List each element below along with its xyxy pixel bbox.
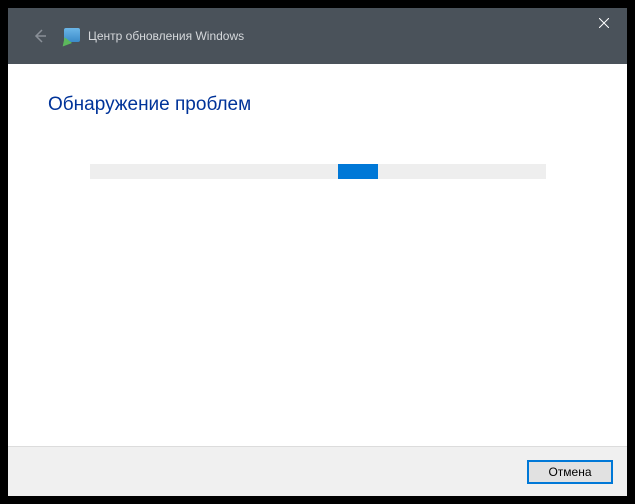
cancel-button[interactable]: Отмена: [527, 460, 613, 484]
window-title: Центр обновления Windows: [88, 29, 244, 43]
windows-update-icon: [64, 28, 82, 44]
titlebar: Центр обновления Windows: [8, 8, 627, 64]
close-button[interactable]: [581, 8, 627, 38]
back-arrow-icon: [28, 24, 52, 48]
content-area: Обнаружение проблем: [8, 64, 627, 446]
page-heading: Обнаружение проблем: [48, 94, 587, 116]
progress-bar: [90, 164, 546, 179]
footer: Отмена: [8, 446, 627, 496]
troubleshooter-window: Центр обновления Windows Обнаружение про…: [8, 8, 627, 496]
progress-indicator: [338, 164, 378, 179]
